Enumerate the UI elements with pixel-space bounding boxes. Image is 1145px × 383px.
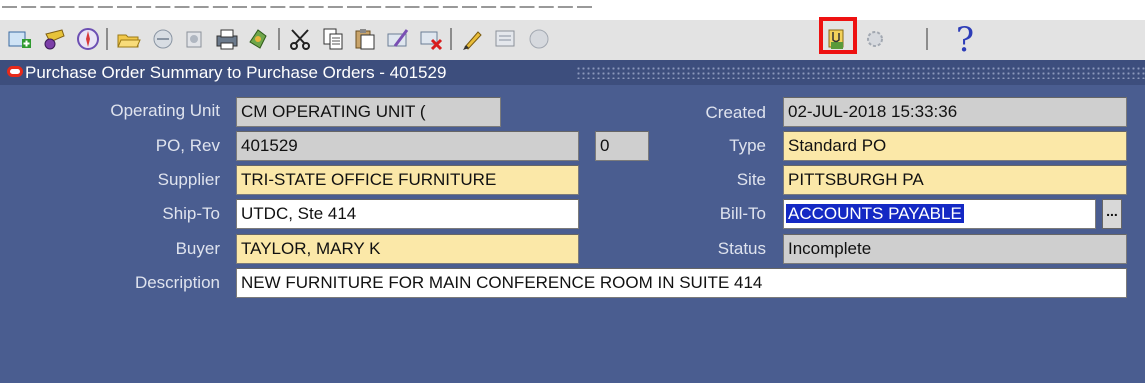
type-field[interactable]: Standard PO <box>783 131 1127 161</box>
created-label: Created <box>705 103 766 122</box>
status-label: Status <box>717 239 766 258</box>
toolbar-separator <box>106 28 108 50</box>
copy-icon[interactable] <box>318 24 348 54</box>
description-label: Description <box>134 273 220 292</box>
print-icon[interactable] <box>212 24 242 54</box>
ship-to-label: Ship-To <box>162 204 220 223</box>
close-form-icon[interactable] <box>244 24 274 54</box>
edit-field-icon[interactable] <box>458 24 488 54</box>
buyer-field[interactable]: TAYLOR, MARY K <box>236 234 579 264</box>
bill-to-lov-button[interactable]: ... <box>1102 199 1122 229</box>
cut-icon[interactable] <box>285 24 315 54</box>
toolbar-separator <box>278 28 280 50</box>
oracle-icon <box>7 66 23 77</box>
bill-to-field[interactable]: ACCOUNTS PAYABLE <box>783 199 1096 229</box>
translations-icon[interactable] <box>524 24 554 54</box>
navigator-icon[interactable] <box>73 24 103 54</box>
window-titlebar: Purchase Order Summary to Purchase Order… <box>0 60 1145 85</box>
site-label: Site <box>736 170 766 189</box>
po-rev-label: PO, Rev <box>155 136 220 155</box>
new-record-icon[interactable] <box>5 24 35 54</box>
toolbar: ? <box>0 20 1145 60</box>
status-field[interactable]: Incomplete <box>783 234 1127 264</box>
attachments-highlight <box>819 17 857 54</box>
next-step-icon[interactable] <box>180 24 210 54</box>
buyer-label: Buyer <box>175 239 220 258</box>
type-label: Type <box>729 136 766 155</box>
zoom-icon[interactable] <box>491 24 521 54</box>
paste-icon[interactable] <box>350 24 380 54</box>
clear-record-icon[interactable] <box>383 24 413 54</box>
save-icon[interactable] <box>148 24 178 54</box>
operating-unit-field[interactable]: CM OPERATING UNIT ( <box>236 97 501 127</box>
po-summary-window: Purchase Order Summary to Purchase Order… <box>0 60 1145 383</box>
folder-tools-icon[interactable] <box>860 24 890 54</box>
created-field[interactable]: 02-JUL-2018 15:33:36 <box>783 97 1127 127</box>
supplier-label: Supplier <box>157 170 220 189</box>
supplier-field[interactable]: TRI-STATE OFFICE FURNITURE <box>236 165 579 195</box>
find-icon[interactable] <box>40 24 70 54</box>
po-number-field[interactable]: 401529 <box>236 131 579 161</box>
delete-record-icon[interactable] <box>416 24 446 54</box>
bill-to-label: Bill-To <box>719 204 766 223</box>
top-strip: — — — — — — — — — — — — — — — — — — — — … <box>0 0 1145 20</box>
titlebar-pattern <box>576 66 1145 79</box>
window-title: Purchase Order Summary to Purchase Order… <box>25 63 447 82</box>
description-field[interactable]: NEW FURNITURE FOR MAIN CONFERENCE ROOM I… <box>236 268 1127 298</box>
help-icon[interactable]: ? <box>950 20 980 60</box>
open-folder-icon[interactable] <box>114 24 144 54</box>
operating-unit-label: Operating Unit <box>110 101 220 120</box>
ship-to-field[interactable]: UTDC, Ste 414 <box>236 199 579 229</box>
bill-to-selected-text: ACCOUNTS PAYABLE <box>786 204 964 223</box>
toolbar-separator <box>926 28 928 50</box>
toolbar-separator <box>450 28 452 50</box>
site-field[interactable]: PITTSBURGH PA <box>783 165 1127 195</box>
